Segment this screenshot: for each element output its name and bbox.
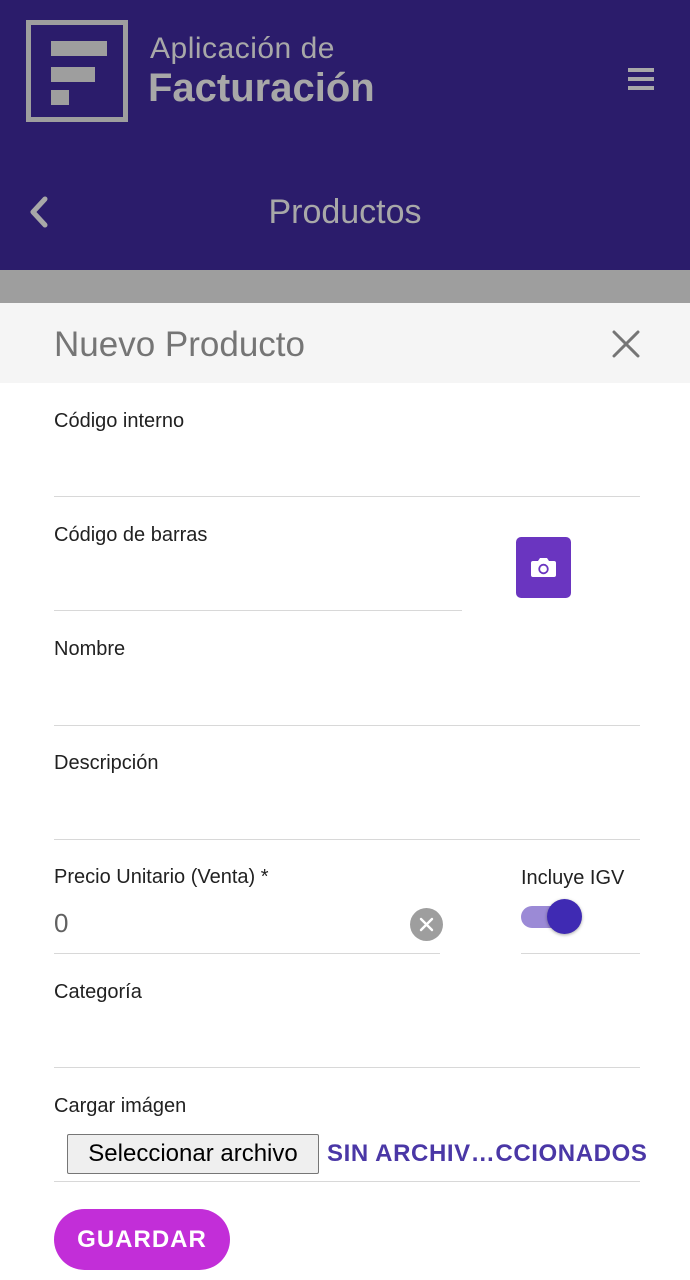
divider <box>54 610 462 611</box>
divider <box>54 953 440 954</box>
divider <box>54 725 640 726</box>
app-title-line2: Facturación <box>148 66 375 110</box>
clear-circle-icon[interactable] <box>410 908 443 941</box>
file-status: SIN ARCHIV…CCIONADOS <box>327 1140 648 1167</box>
codigo-barras-label: Código de barras <box>54 524 208 546</box>
precio-label: Precio Unitario (Venta) * <box>54 866 269 888</box>
close-icon[interactable] <box>612 330 640 358</box>
igv-label: Incluye IGV <box>521 867 625 889</box>
divider <box>54 1181 640 1182</box>
nombre-label: Nombre <box>54 638 126 660</box>
app-title-line1: Aplicación de <box>150 32 335 65</box>
igv-toggle-knob[interactable] <box>547 899 582 934</box>
nombre-input[interactable] <box>54 668 640 724</box>
divider <box>54 496 640 497</box>
codigo-barras-input[interactable] <box>54 555 462 610</box>
categoria-input[interactable] <box>54 1011 640 1067</box>
descripcion-label: Descripción <box>54 752 159 774</box>
app-header: Aplicación de Facturación Productos <box>0 0 690 270</box>
save-button[interactable]: GUARDAR <box>54 1209 230 1270</box>
modal-title: Nuevo Producto <box>54 325 305 364</box>
imagen-label: Cargar imágen <box>54 1095 187 1117</box>
page-title: Productos <box>268 193 422 231</box>
select-file-button[interactable]: Seleccionar archivo <box>67 1134 319 1174</box>
hamburger-icon[interactable] <box>628 68 654 90</box>
precio-input[interactable]: 0 <box>54 908 68 939</box>
f-logo-icon <box>26 20 128 122</box>
scan-barcode-button[interactable] <box>516 537 571 598</box>
overlay-band <box>0 270 690 303</box>
divider <box>54 1067 640 1068</box>
categoria-label: Categoría <box>54 981 142 1003</box>
divider <box>54 839 640 840</box>
camera-icon <box>531 558 556 577</box>
codigo-interno-input[interactable] <box>54 440 640 496</box>
codigo-interno-label: Código interno <box>54 410 185 432</box>
divider <box>521 953 640 954</box>
modal-header: Nuevo Producto <box>0 303 690 383</box>
descripcion-input[interactable] <box>54 782 640 838</box>
